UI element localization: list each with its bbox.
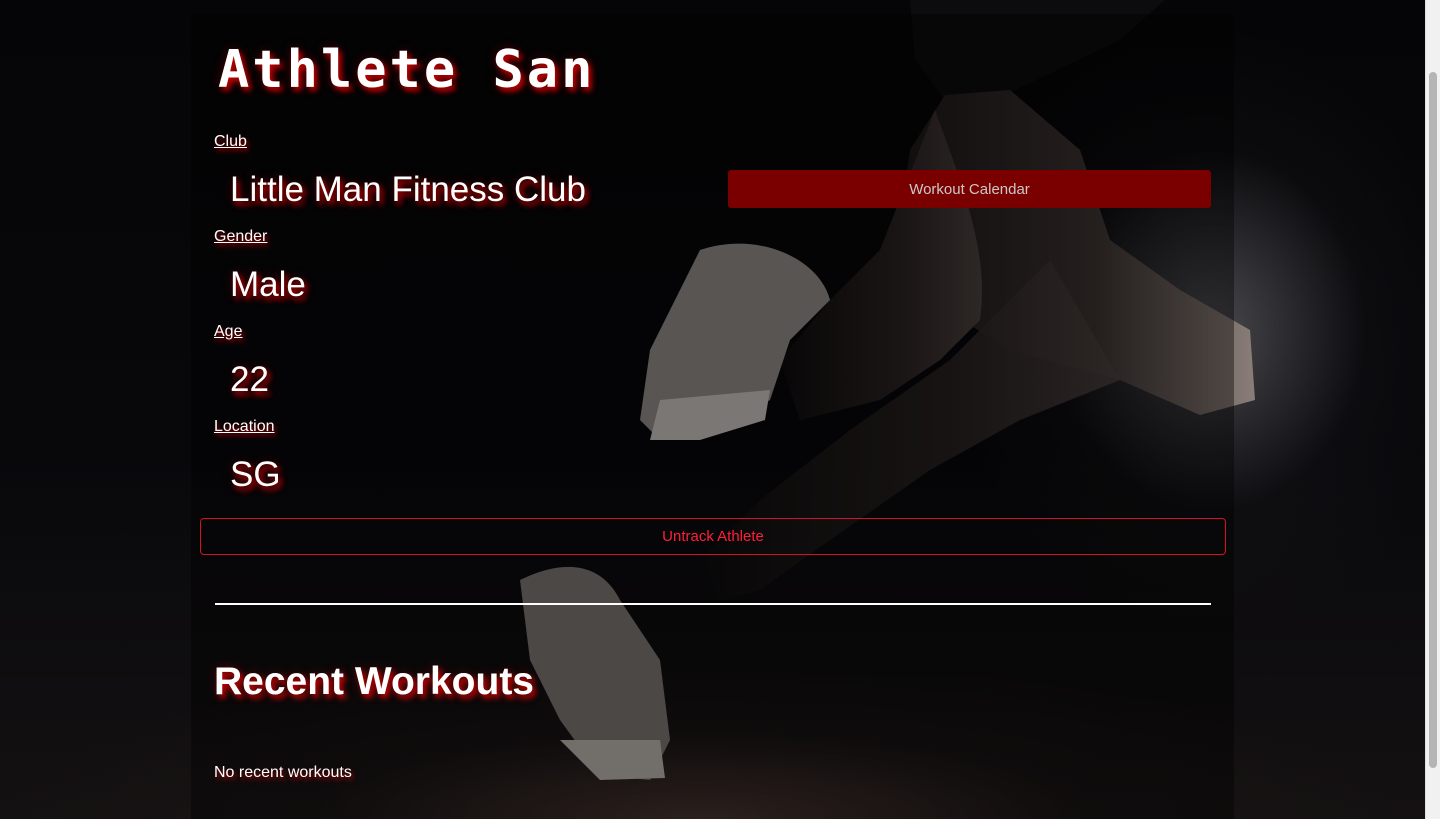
athlete-name-heading: Athlete San bbox=[218, 40, 596, 100]
gender-value: Male bbox=[230, 265, 306, 304]
club-label: Club bbox=[214, 133, 247, 150]
scrollbar-thumb[interactable] bbox=[1429, 72, 1437, 768]
workout-calendar-button[interactable]: Workout Calendar bbox=[728, 170, 1211, 208]
page-background: Athlete San Club Little Man Fitness Club… bbox=[0, 0, 1440, 819]
age-value: 22 bbox=[230, 360, 269, 399]
age-label: Age bbox=[214, 323, 243, 340]
no-workouts-message: No recent workouts bbox=[214, 764, 352, 781]
recent-workouts-heading: Recent Workouts bbox=[214, 660, 534, 703]
location-label: Location bbox=[214, 418, 275, 435]
untrack-athlete-button[interactable]: Untrack Athlete bbox=[200, 518, 1226, 555]
gender-label: Gender bbox=[214, 228, 268, 245]
section-divider bbox=[215, 603, 1211, 605]
location-value: SG bbox=[230, 455, 281, 494]
page-scrollbar[interactable] bbox=[1425, 0, 1440, 819]
club-value: Little Man Fitness Club bbox=[230, 170, 586, 209]
